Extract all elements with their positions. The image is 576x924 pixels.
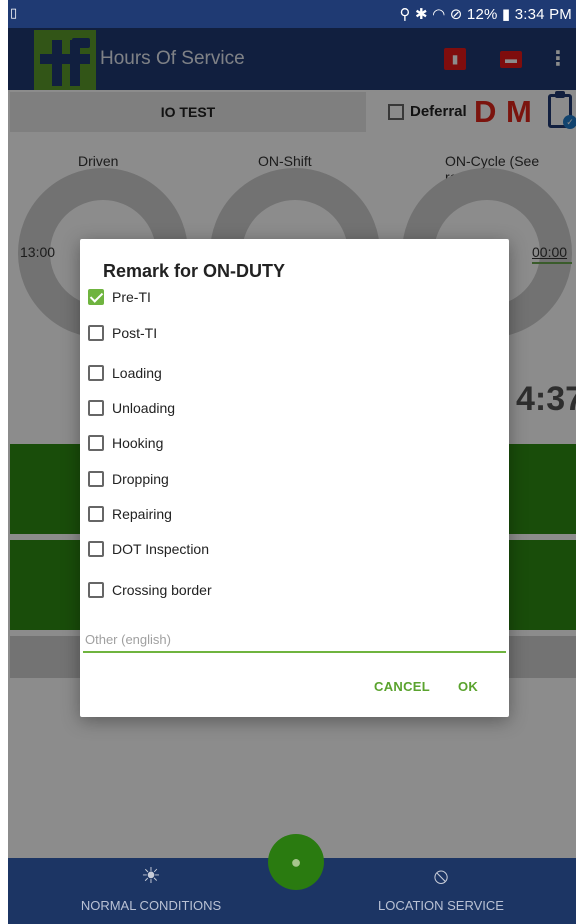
- status-indicators: ⚲ ✱ ◠ ⊘ 12% ▮ 3:34 PM: [399, 6, 572, 23]
- checkbox[interactable]: [88, 541, 104, 557]
- status-bar: ▯ ⚲ ✱ ◠ ⊘ 12% ▮ 3:34 PM: [8, 0, 576, 28]
- option-label: Post-TI: [112, 325, 158, 341]
- option-loading[interactable]: Loading: [88, 362, 162, 384]
- nav-normal-conditions[interactable]: ☀ NORMAL CONDITIONS: [78, 858, 224, 913]
- app-screen: ▯ ⚲ ✱ ◠ ⊘ 12% ▮ 3:34 PM Hours Of Service…: [8, 0, 576, 924]
- option-dot-inspection[interactable]: DOT Inspection: [88, 538, 209, 560]
- option-label: Crossing border: [112, 582, 212, 598]
- option-dropping[interactable]: Dropping: [88, 468, 169, 490]
- nav-normal-label: NORMAL CONDITIONS: [80, 898, 222, 913]
- nav-location-label: LOCATION SERVICE: [378, 898, 504, 913]
- option-label: Hooking: [112, 435, 164, 451]
- cancel-button[interactable]: CANCEL: [374, 679, 430, 694]
- checkbox[interactable]: [88, 435, 104, 451]
- option-post-ti[interactable]: Post-TI: [88, 322, 157, 344]
- option-label: Dropping: [112, 471, 169, 487]
- checkbox[interactable]: [88, 400, 104, 416]
- nav-location-service[interactable]: ⦸ LOCATION SERVICE: [368, 858, 514, 913]
- option-pre-ti[interactable]: Pre-TI: [88, 286, 151, 308]
- ok-button[interactable]: OK: [458, 679, 478, 694]
- checkbox[interactable]: [88, 325, 104, 341]
- checkbox[interactable]: [88, 582, 104, 598]
- option-repairing[interactable]: Repairing: [88, 503, 172, 525]
- checkbox[interactable]: [88, 289, 104, 305]
- option-label: Unloading: [112, 400, 176, 416]
- location-off-icon: ⦸: [433, 863, 449, 888]
- sun-icon: ☀: [141, 863, 161, 888]
- dialog-title: Remark for ON-DUTY: [103, 261, 286, 281]
- person-icon: ●: [290, 852, 302, 872]
- other-remark-input[interactable]: [83, 627, 506, 653]
- remark-dialog: Remark for ON-DUTY Pre-TI Post-TI Loadin…: [80, 239, 509, 717]
- option-unloading[interactable]: Unloading: [88, 397, 175, 419]
- option-label: Loading: [112, 365, 162, 381]
- checkbox[interactable]: [88, 471, 104, 487]
- option-label: Repairing: [112, 506, 172, 522]
- option-label: DOT Inspection: [112, 541, 210, 557]
- checkbox[interactable]: [88, 365, 104, 381]
- option-crossing-border[interactable]: Crossing border: [88, 579, 212, 601]
- notification-icon: ▯: [10, 5, 18, 20]
- option-label: Pre-TI: [112, 289, 151, 305]
- checkbox[interactable]: [88, 506, 104, 522]
- option-hooking[interactable]: Hooking: [88, 432, 163, 454]
- driver-fab-button[interactable]: ●: [268, 834, 324, 890]
